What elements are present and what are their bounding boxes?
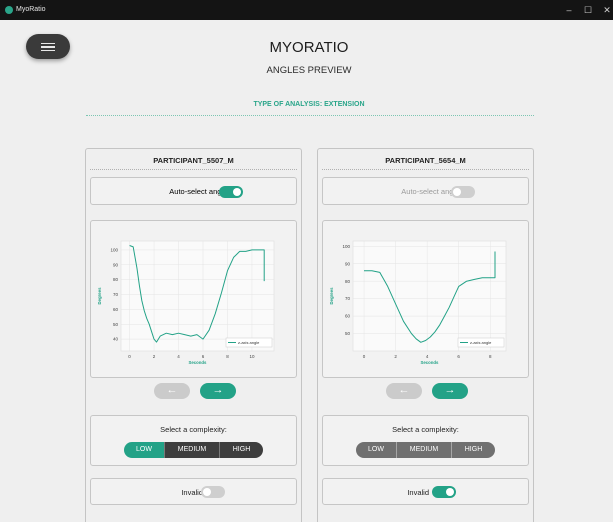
- complexity-selector: LOW MEDIUM HIGH: [124, 442, 263, 458]
- toggle-knob: [446, 488, 454, 496]
- divider: [90, 169, 297, 170]
- y-tick-label: 70: [345, 296, 351, 301]
- participant-title: PARTICIPANT_5654_M: [385, 156, 466, 165]
- toggle-knob: [203, 488, 211, 496]
- complexity-box: Select a complexity: LOW MEDIUM HIGH: [322, 415, 529, 466]
- x-axis-label: Seconds: [421, 360, 440, 365]
- x-tick-label: 10: [249, 354, 255, 359]
- auto-select-box: Auto-select angles: [90, 177, 297, 205]
- y-tick-label: 100: [110, 248, 118, 253]
- next-button[interactable]: →: [432, 383, 468, 399]
- complexity-low-button[interactable]: LOW: [356, 442, 396, 458]
- x-tick-label: 2: [153, 354, 156, 359]
- auto-select-label: Auto-select angles: [169, 187, 231, 196]
- participant-panel-5507: PARTICIPANT_5507_M Auto-select angles 0 2…: [85, 148, 302, 522]
- window-title: MyoRatio: [16, 6, 46, 13]
- x-tick-label: 6: [202, 354, 205, 359]
- y-tick-label: 90: [345, 261, 351, 266]
- complexity-box: Select a complexity: LOW MEDIUM HIGH: [90, 415, 297, 466]
- y-tick-label: 100: [342, 244, 350, 249]
- app-title: MYORATIO: [269, 39, 349, 56]
- complexity-high-button[interactable]: HIGH: [220, 442, 263, 458]
- y-tick-label: 50: [113, 322, 119, 327]
- invalid-toggle[interactable]: [201, 486, 225, 498]
- invalid-toggle[interactable]: [432, 486, 456, 498]
- y-tick-label: 60: [345, 314, 351, 319]
- complexity-medium-button[interactable]: MEDIUM: [396, 442, 452, 458]
- invalid-box: Invalid: [322, 478, 529, 505]
- page-subtitle: ANGLES PREVIEW: [266, 65, 352, 76]
- divider: [86, 115, 534, 116]
- auto-select-toggle[interactable]: [219, 186, 243, 198]
- title-bar: MyoRatio – ☐ ✕: [0, 0, 613, 20]
- x-tick-label: 8: [489, 354, 492, 359]
- x-tick-label: 4: [426, 354, 429, 359]
- invalid-box: Invalid: [90, 478, 297, 505]
- maximize-button[interactable]: ☐: [582, 4, 594, 16]
- complexity-medium-button[interactable]: MEDIUM: [164, 442, 220, 458]
- y-tick-label: 60: [113, 307, 119, 312]
- angle-chart-box: 0 2 4 6 8 50 60 70 80 90 100 Seconds Degrees z-axis a…: [322, 220, 529, 378]
- participant-panel-5654: PARTICIPANT_5654_M Auto-select angles 0 2…: [317, 148, 534, 522]
- complexity-low-button[interactable]: LOW: [124, 442, 164, 458]
- y-axis-label: Degrees: [329, 287, 334, 305]
- toggle-knob: [453, 188, 461, 196]
- x-axis-label: Seconds: [189, 360, 208, 365]
- toggle-knob: [233, 188, 241, 196]
- legend-label: z-axis angle: [470, 340, 492, 345]
- app-logo-icon: [5, 6, 13, 14]
- menu-bar-line: [41, 49, 55, 52]
- divider: [322, 169, 529, 170]
- x-tick-label: 8: [226, 354, 229, 359]
- auto-select-label: Auto-select angles: [401, 187, 463, 196]
- legend-label: z-axis angle: [238, 340, 260, 345]
- complexity-selector: LOW MEDIUM HIGH: [356, 442, 495, 458]
- previous-button[interactable]: ←: [154, 383, 190, 399]
- x-tick-label: 6: [457, 354, 460, 359]
- auto-select-box: Auto-select angles: [322, 177, 529, 205]
- close-button[interactable]: ✕: [601, 4, 613, 16]
- menu-bar-line: [41, 42, 55, 45]
- complexity-label: Select a complexity:: [160, 425, 227, 434]
- complexity-label: Select a complexity:: [392, 425, 459, 434]
- next-button[interactable]: →: [200, 383, 236, 399]
- y-tick-label: 40: [113, 337, 119, 342]
- previous-button[interactable]: ←: [386, 383, 422, 399]
- angle-chart: 0 2 4 6 8 50 60 70 80 90 100 Seconds Degrees z-axis a…: [329, 240, 507, 365]
- minimize-button[interactable]: –: [563, 4, 575, 16]
- invalid-label: Invalid: [407, 488, 429, 497]
- analysis-type-label: TYPE OF ANALYSIS: EXTENSION: [253, 101, 365, 108]
- invalid-label: Invalid: [181, 488, 203, 497]
- y-axis-label: Degrees: [97, 287, 102, 305]
- y-tick-label: 80: [345, 279, 351, 284]
- y-tick-label: 70: [113, 292, 119, 297]
- participant-title: PARTICIPANT_5507_M: [153, 156, 234, 165]
- chart-legend: z-axis angle: [457, 337, 505, 348]
- auto-select-toggle[interactable]: [451, 186, 475, 198]
- chart-legend: z-axis angle: [225, 337, 273, 348]
- x-tick-label: 2: [394, 354, 397, 359]
- angle-chart: 0 2 4 6 8 10 40 50 60 70 80 90 100 Seconds Degrees z-ax…: [97, 240, 275, 365]
- x-tick-label: 0: [363, 354, 366, 359]
- hamburger-menu-icon[interactable]: [26, 34, 70, 59]
- y-tick-label: 80: [113, 277, 119, 282]
- plot-area: [352, 240, 507, 352]
- y-tick-label: 50: [345, 331, 351, 336]
- angle-chart-box: 0 2 4 6 8 10 40 50 60 70 80 90 100 Seconds Degrees z-ax…: [90, 220, 297, 378]
- x-tick-label: 0: [128, 354, 131, 359]
- menu-bar-line: [41, 46, 55, 48]
- complexity-high-button[interactable]: HIGH: [452, 442, 495, 458]
- y-tick-label: 90: [113, 262, 119, 267]
- x-tick-label: 4: [177, 354, 180, 359]
